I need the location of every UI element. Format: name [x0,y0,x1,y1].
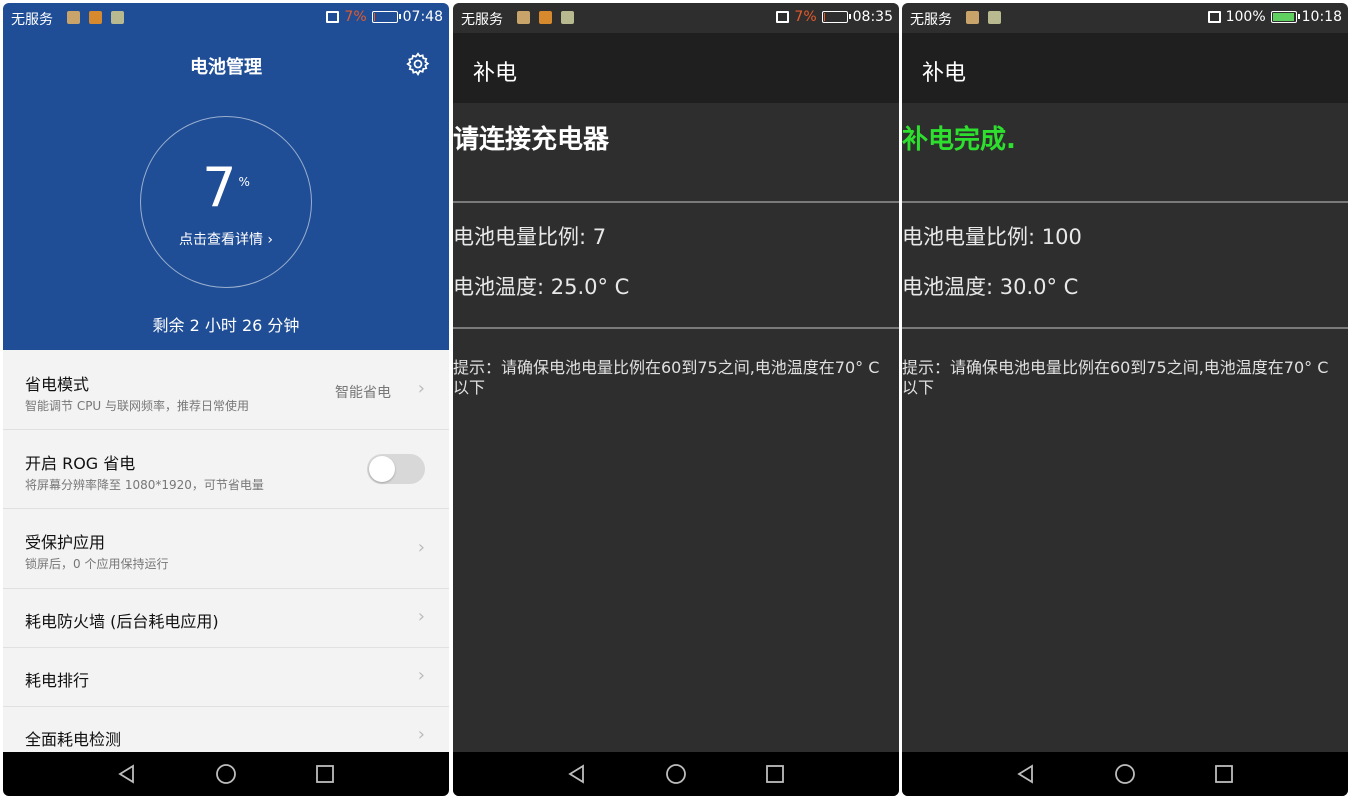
home-nav-icon[interactable] [664,762,688,786]
battery-header: 无服务 7% 07:48 电池管理 7 % 点击查看详情 › 剩余 2 小时 2… [3,3,449,350]
item-subtitle: 将屏幕分辨率降至 1080*1920，可节省电量 [25,478,264,492]
notification-icon [539,11,552,24]
carrier-label: 无服务 [461,12,503,28]
item-title: 耗电排行 [25,671,90,690]
back-nav-icon[interactable] [1014,762,1038,786]
home-nav-icon[interactable] [1113,762,1137,786]
hint-text: 提示：请确保电池电量比例在60到75之间,电池温度在70° C以下 [453,358,880,397]
notification-icon [89,11,102,24]
chevron-right-icon: › [417,606,425,627]
battery-number: 7 [202,156,237,219]
sim-icon [776,11,790,23]
navigation-bar [902,752,1348,796]
status-bar: 无服务 7% 08:35 [453,3,899,33]
item-subtitle: 智能调节 CPU 与联网频率，推荐日常使用 [25,399,250,413]
navigation-bar [3,752,449,796]
hint-text: 提示：请确保电池电量比例在60到75之间,电池温度在70° C以下 [902,358,1329,397]
rog-toggle[interactable] [367,454,425,484]
battery-level-label: 电池电量比例: 100 [902,225,1082,249]
home-nav-icon[interactable] [214,762,238,786]
battery-icon [1270,11,1300,23]
battery-icon [821,11,851,23]
notification-icon [988,11,1001,24]
recents-nav-icon[interactable] [763,762,787,786]
notification-icon [67,11,80,24]
battery-percent: 100% [1225,9,1266,25]
chevron-right-icon: › [417,724,425,745]
status-message: 请连接充电器 [453,125,610,155]
recharge-screen-connect: 无服务 7% 08:35 补电 请连接充电器 电池电量比例: 7 电池温度: 2… [453,3,899,796]
battery-level-display: 7 % [3,161,449,215]
sim-icon [1207,11,1221,23]
carrier-label: 无服务 [910,12,952,28]
battery-manager-screen: 无服务 7% 07:48 电池管理 7 % 点击查看详情 › 剩余 2 小时 2… [3,3,449,796]
recents-nav-icon[interactable] [313,762,337,786]
power-ranking-item[interactable]: 耗电排行 › [3,648,449,707]
chevron-right-icon: › [417,537,425,558]
toggle-knob [369,456,395,482]
app-bar: 补电 [453,33,899,103]
clock: 10:18 [1301,9,1342,25]
sim-icon [326,11,340,23]
chevron-right-icon: › [417,378,425,399]
power-saving-mode-item[interactable]: 省电模式 智能调节 CPU 与联网频率，推荐日常使用 智能省电 › [3,350,449,430]
battery-temperature-label: 电池温度: 30.0° C [902,275,1079,299]
status-bar: 无服务 7% 07:48 [3,3,449,33]
item-title: 受保护应用 [25,533,106,552]
gear-icon[interactable] [405,51,431,77]
battery-icon [371,11,401,23]
battery-percent: 7% [794,9,817,25]
page-title: 补电 [473,61,518,86]
clock: 07:48 [402,9,443,25]
notification-icon [111,11,124,24]
back-nav-icon[interactable] [115,762,139,786]
divider [453,327,899,329]
battery-temperature-label: 电池温度: 25.0° C [453,275,630,299]
recharge-screen-complete: 无服务 100% 10:18 补电 补电完成. 电池电量比例: 100 电池温度… [902,3,1348,796]
item-title: 全面耗电检测 [25,730,122,749]
power-firewall-item[interactable]: 耗电防火墙 (后台耗电应用) › [3,589,449,648]
remaining-time: 剩余 2 小时 26 分钟 [152,316,300,335]
back-nav-icon[interactable] [565,762,589,786]
battery-percent: 7% [344,9,367,25]
divider [453,201,899,203]
divider [902,327,1348,329]
page-title: 补电 [922,61,967,86]
item-title: 省电模式 [25,375,90,394]
protected-apps-item[interactable]: 受保护应用 锁屏后，0 个应用保持运行 › [3,509,449,589]
status-message: 补电完成. [902,125,1016,155]
status-bar: 无服务 100% 10:18 [902,3,1348,33]
item-value: 智能省电 [335,385,391,401]
app-bar: 补电 [902,33,1348,103]
divider [902,201,1348,203]
navigation-bar [453,752,899,796]
chevron-right-icon: › [417,665,425,686]
item-title: 耗电防火墙 (后台耗电应用) [25,612,219,631]
notification-icon [561,11,574,24]
recents-nav-icon[interactable] [1212,762,1236,786]
battery-level-label: 电池电量比例: 7 [453,225,607,249]
page-title: 电池管理 [190,57,262,78]
details-link[interactable]: 点击查看详情 › [3,229,449,249]
notification-icon [966,11,979,24]
carrier-label: 无服务 [11,12,53,28]
item-subtitle: 锁屏后，0 个应用保持运行 [25,557,169,571]
notification-icon [517,11,530,24]
clock: 08:35 [852,9,893,25]
rog-power-saving-item[interactable]: 开启 ROG 省电 将屏幕分辨率降至 1080*1920，可节省电量 [3,430,449,509]
item-title: 开启 ROG 省电 [25,454,136,473]
battery-unit: % [238,175,250,189]
